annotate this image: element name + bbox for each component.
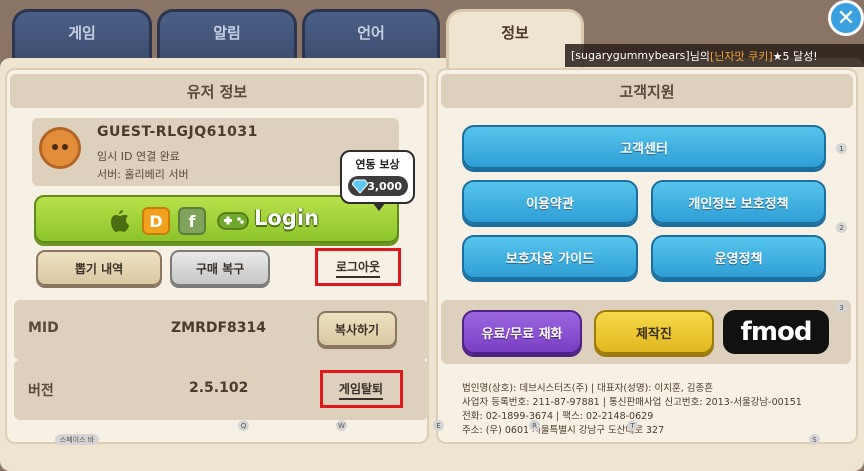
operation-policy-button[interactable]: 운영정책 — [651, 235, 826, 279]
privacy-label: 개인정보 보호정책 — [688, 196, 789, 212]
mid-value: ZMRDF8314 — [171, 320, 267, 336]
withdraw-highlight — [320, 370, 403, 408]
logout-highlight — [315, 248, 401, 286]
guest-id: GUEST-RLGJQ61031 — [97, 124, 258, 140]
copy-mid-button[interactable]: 복사하기 — [317, 311, 397, 347]
notice-cookie: [닌자맛 쿠키] — [709, 49, 773, 63]
tab-game-label: 게임 — [68, 24, 96, 42]
tab-language-label: 언어 — [357, 24, 385, 42]
company-info-line-3: 전화: 02-1899-3674 | 팩스: 02-2148-0629 — [462, 411, 654, 422]
tab-info[interactable]: 정보 — [446, 9, 584, 69]
gamepad-icon — [216, 207, 250, 235]
hotkey-2: 2 — [836, 222, 847, 233]
gacha-history-button[interactable]: 뽑기 내역 — [36, 250, 162, 286]
tab-notifications-label: 알림 — [213, 24, 241, 42]
privacy-policy-button[interactable]: 개인정보 보호정책 — [651, 180, 826, 224]
version-value: 2.5.102 — [189, 380, 249, 396]
customer-center-button[interactable]: 고객센터 — [462, 125, 826, 169]
hotkey-t: T — [627, 420, 638, 431]
devplay-icon: D — [142, 207, 170, 235]
paid-free-label: 유료/무료 재화 — [481, 326, 563, 342]
tab-notifications[interactable]: 알림 — [157, 9, 297, 59]
hotkey-w: W — [336, 420, 347, 431]
notice-user: [sugarygummybears] — [571, 49, 690, 62]
reward-value-pill: 3,000 — [348, 176, 408, 196]
close-button[interactable]: ✕ — [828, 0, 864, 36]
notice-middle: 님의 — [689, 49, 710, 63]
hotkey-s: S — [809, 434, 820, 445]
restore-purchase-label: 구매 복구 — [195, 261, 245, 276]
gacha-history-label: 뽑기 내역 — [74, 261, 124, 276]
guardian-guide-label: 보호자용 가이드 — [505, 251, 595, 267]
hotkey-1: 1 — [836, 143, 847, 154]
paid-free-currency-button[interactable]: 유료/무료 재화 — [462, 310, 582, 354]
company-info-line-1: 법인명(상호): 데브시스터즈(주) | 대표자(성명): 이지훈, 김종흔 — [462, 383, 713, 394]
credits-label: 제작진 — [636, 326, 672, 342]
guardian-guide-button[interactable]: 보호자용 가이드 — [462, 235, 638, 279]
settings-window: 게임 알림 언어 정보 [sugarygummybears] 님의 [닌자맛 쿠키… — [0, 0, 864, 471]
support-title: 고객지원 — [441, 74, 853, 108]
policy-label: 운영정책 — [714, 251, 763, 267]
close-icon: ✕ — [836, 5, 856, 31]
achievement-notice: [sugarygummybears] 님의 [닌자맛 쿠키] ★5 달성! — [565, 44, 864, 67]
facebook-icon: f — [178, 207, 206, 235]
user-info-title: 유저 정보 — [10, 74, 424, 108]
hotkey-space: 스페이스 바 — [55, 434, 99, 445]
credits-button[interactable]: 제작진 — [594, 310, 714, 354]
restore-purchase-button[interactable]: 구매 복구 — [170, 250, 270, 286]
notice-achievement: ★5 달성! — [772, 49, 818, 63]
hotkey-q: Q — [238, 420, 249, 431]
fmod-logo: fmod — [740, 317, 813, 347]
reward-value: 3,000 — [367, 179, 402, 193]
hotkey-3: 3 — [836, 302, 847, 313]
tab-language[interactable]: 언어 — [302, 9, 440, 59]
hotkey-r: R — [529, 420, 540, 431]
link-status: 임시 ID 연결 완료 — [97, 150, 180, 163]
terms-label: 이용약관 — [526, 196, 574, 212]
hotkey-e: E — [433, 420, 444, 431]
tab-info-label: 정보 — [501, 24, 529, 42]
fmod-logo-button[interactable]: fmod — [723, 310, 829, 354]
copy-label: 복사하기 — [334, 322, 380, 337]
login-label: Login — [254, 206, 319, 230]
apple-icon — [106, 207, 134, 235]
server-name: 서버: 홀리베리 서버 — [97, 168, 189, 181]
version-label: 버전 — [28, 383, 54, 399]
customer-center-label: 고객센터 — [620, 141, 668, 157]
reward-title: 연동 보상 — [355, 158, 400, 171]
link-reward-bubble: 연동 보상 3,000 — [340, 150, 415, 211]
company-info-line-2: 사업자 등록번호: 211-87-97881 | 통신판매사업 신고번호: 20… — [462, 397, 802, 408]
gem-icon — [352, 179, 368, 194]
mid-label: MID — [28, 320, 59, 336]
tab-game[interactable]: 게임 — [12, 9, 152, 59]
cookie-avatar — [39, 127, 81, 169]
terms-button[interactable]: 이용약관 — [462, 180, 638, 224]
